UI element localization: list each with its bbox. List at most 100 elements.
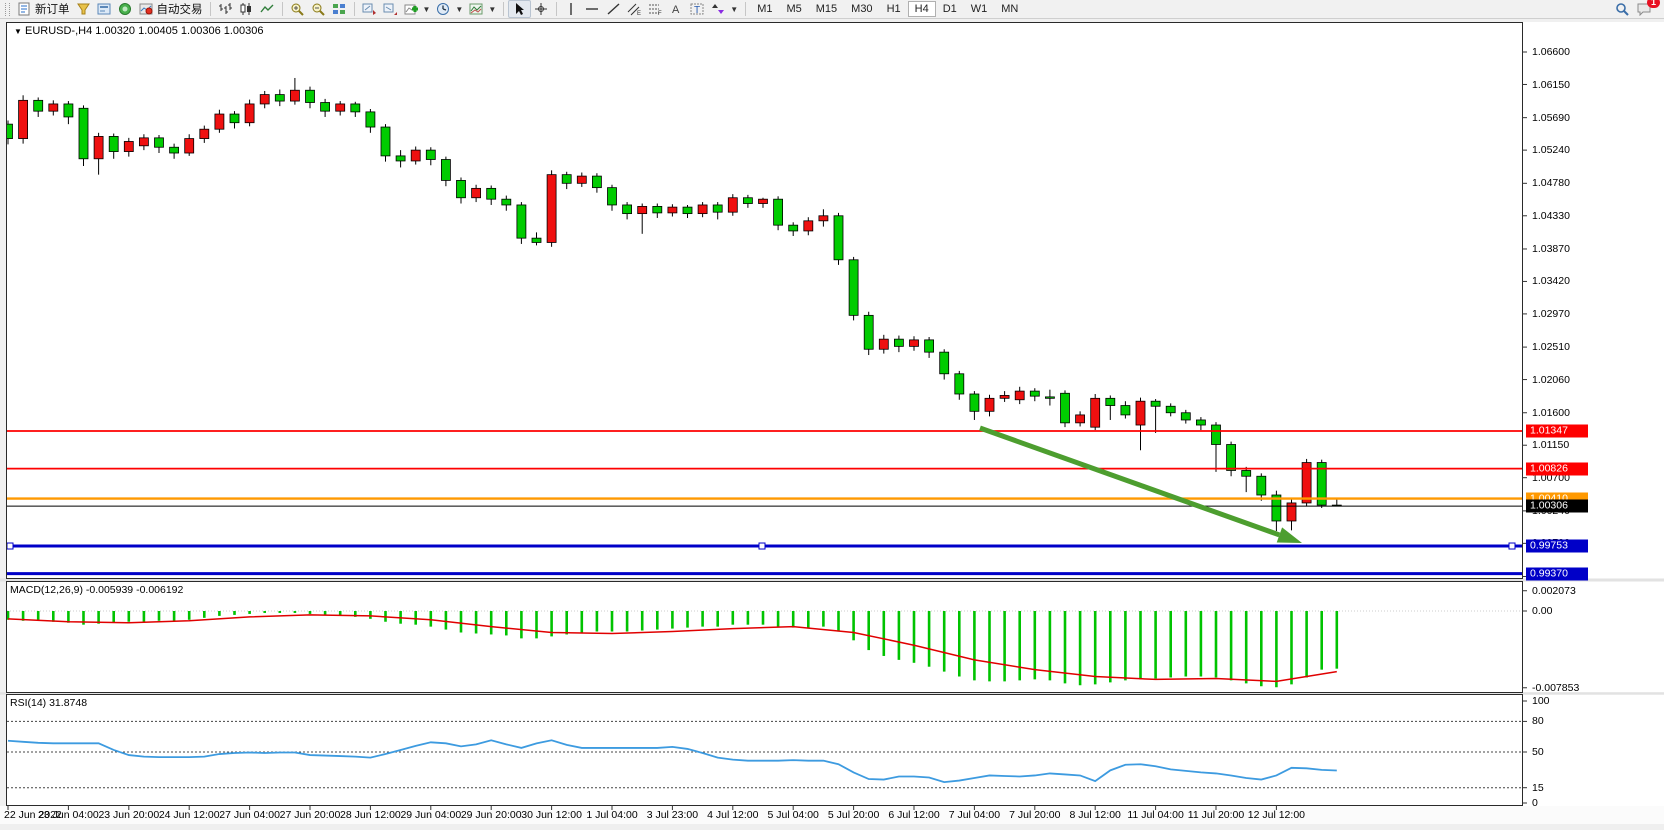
timeframe-button-m30[interactable]: M30 bbox=[844, 1, 879, 17]
chart-window[interactable]: 1.066001.061501.056901.052401.047801.043… bbox=[0, 0, 1664, 830]
time-axis-label: 4 Jul 12:00 bbox=[707, 809, 758, 821]
candle bbox=[834, 213, 843, 265]
indicators-button[interactable]: ▼ bbox=[401, 1, 434, 17]
chart-bars-icon bbox=[218, 2, 233, 16]
vertical-line-icon bbox=[564, 2, 579, 16]
crosshair-button[interactable] bbox=[531, 1, 552, 17]
equidistant-channel-icon: E bbox=[627, 2, 642, 16]
price-axis-label: 1.05240 bbox=[1532, 144, 1570, 156]
timeframe-button-mn[interactable]: MN bbox=[994, 1, 1025, 17]
templates-button[interactable]: ▼ bbox=[466, 1, 499, 17]
new-order-button[interactable]: 新订单 bbox=[14, 0, 73, 18]
text-label-icon: T bbox=[690, 2, 705, 16]
trendline-button[interactable] bbox=[603, 1, 624, 17]
channel-button[interactable]: E bbox=[624, 1, 645, 17]
hline-drag-handle[interactable] bbox=[1509, 543, 1515, 549]
toolbar-grip[interactable] bbox=[5, 3, 10, 16]
text-button[interactable]: A bbox=[666, 1, 687, 17]
chart-bars-button[interactable] bbox=[215, 1, 236, 17]
timeframe-button-m15[interactable]: M15 bbox=[809, 1, 844, 17]
chart-menu-arrow-icon[interactable]: ▼ bbox=[14, 27, 22, 36]
candle bbox=[728, 194, 737, 216]
timeframe-bar: M1M5M15M30H1H4D1W1MN bbox=[750, 1, 1025, 17]
market-depth-button[interactable] bbox=[94, 1, 115, 17]
timeframe-button-m1[interactable]: M1 bbox=[750, 1, 779, 17]
text-label-button[interactable]: T bbox=[687, 1, 708, 17]
cascade-windows-icon bbox=[383, 2, 398, 16]
timeframe-button-h1[interactable]: H1 bbox=[880, 1, 908, 17]
autotrade-icon bbox=[139, 2, 154, 16]
tile-windows-button[interactable] bbox=[329, 1, 350, 17]
svg-text:T: T bbox=[694, 5, 700, 16]
zoom-in-button[interactable] bbox=[287, 1, 308, 17]
hline-drag-handle[interactable] bbox=[7, 543, 13, 549]
signals-button[interactable] bbox=[115, 1, 136, 17]
arrange-windows-button[interactable] bbox=[359, 1, 380, 17]
price-axis-label: 1.05690 bbox=[1532, 112, 1570, 124]
time-axis-label: 5 Jul 20:00 bbox=[828, 809, 879, 821]
chart-title-ohlc: 1.00320 1.00405 1.00306 1.00306 bbox=[95, 25, 263, 37]
svg-text:F: F bbox=[658, 11, 662, 16]
toolbar-separator bbox=[354, 2, 355, 16]
zoom-out-icon bbox=[311, 2, 326, 16]
time-axis-label: 27 Jun 20:00 bbox=[280, 809, 341, 821]
candle bbox=[774, 196, 783, 230]
funnel-button[interactable] bbox=[73, 1, 94, 17]
rsi-axis-label: 50 bbox=[1532, 746, 1544, 758]
chart-candles-icon bbox=[239, 2, 254, 16]
price-axis-label: 1.06150 bbox=[1532, 79, 1570, 91]
trendline-icon bbox=[606, 2, 621, 16]
fibonacci-button[interactable]: F bbox=[645, 1, 666, 17]
time-axis-label: 27 Jun 04:00 bbox=[219, 809, 280, 821]
hline-drag-handle[interactable] bbox=[759, 543, 765, 549]
signals-icon bbox=[118, 2, 133, 16]
price-axis-label: 1.03870 bbox=[1532, 243, 1570, 255]
chart-candles-button[interactable] bbox=[236, 1, 257, 17]
autotrade-button[interactable]: 自动交易 bbox=[136, 0, 206, 18]
timeframe-button-m5[interactable]: M5 bbox=[779, 1, 808, 17]
chevron-down-icon: ▼ bbox=[488, 5, 496, 14]
time-axis-label: 24 Jun 12:00 bbox=[159, 809, 220, 821]
fibonacci-icon: F bbox=[648, 2, 663, 16]
time-axis-label: 23 Jun 20:00 bbox=[98, 809, 159, 821]
time-axis-label: 11 Jul 04:00 bbox=[1127, 809, 1183, 821]
indicators-add-icon bbox=[404, 2, 419, 16]
rsi-indicator-label: RSI(14) 31.8748 bbox=[10, 697, 87, 709]
left-margin bbox=[0, 22, 6, 806]
new-order-label: 新订单 bbox=[35, 1, 70, 17]
price-tag-0.99753: 0.99753 bbox=[1526, 540, 1588, 553]
toolbar-separator bbox=[745, 2, 746, 16]
rsi-axis-label: 15 bbox=[1532, 782, 1544, 794]
shapes-button[interactable]: ▼ bbox=[708, 1, 741, 17]
search-button[interactable] bbox=[1612, 1, 1633, 17]
chart-line-button[interactable] bbox=[257, 1, 278, 17]
cascade-windows-button[interactable] bbox=[380, 1, 401, 17]
svg-text:A: A bbox=[672, 4, 680, 16]
tile-windows-icon bbox=[332, 2, 347, 16]
funnel-icon bbox=[76, 2, 91, 16]
candle bbox=[517, 202, 526, 244]
horizontal-line-button[interactable] bbox=[582, 1, 603, 17]
notifications-button[interactable]: 1 bbox=[1633, 1, 1654, 17]
periods-button[interactable]: ▼ bbox=[433, 1, 466, 17]
new-order-icon bbox=[17, 2, 32, 16]
macd-axis-label: -0.007853 bbox=[1532, 682, 1579, 694]
template-icon bbox=[469, 2, 484, 16]
timeframe-button-w1[interactable]: W1 bbox=[964, 1, 995, 17]
timeframe-button-d1[interactable]: D1 bbox=[936, 1, 964, 17]
candle bbox=[864, 312, 873, 355]
zoom-out-button[interactable] bbox=[308, 1, 329, 17]
time-axis-label: 7 Jul 20:00 bbox=[1009, 809, 1060, 821]
price-axis-label: 1.04780 bbox=[1532, 177, 1570, 189]
macd-axis-label: 0.002073 bbox=[1532, 585, 1576, 597]
time-axis-label: 6 Jul 12:00 bbox=[888, 809, 939, 821]
vertical-line-button[interactable] bbox=[561, 1, 582, 17]
rsi-axis-label: 0 bbox=[1532, 797, 1538, 809]
macd-axis-label: 0.00 bbox=[1532, 605, 1552, 617]
time-axis-label: 11 Jul 20:00 bbox=[1188, 809, 1244, 821]
timeframe-button-h4[interactable]: H4 bbox=[908, 1, 936, 17]
time-axis-label: 7 Jul 04:00 bbox=[949, 809, 1000, 821]
cursor-button[interactable] bbox=[508, 0, 531, 18]
candle bbox=[19, 95, 28, 143]
price-axis-label: 1.04330 bbox=[1532, 210, 1570, 222]
